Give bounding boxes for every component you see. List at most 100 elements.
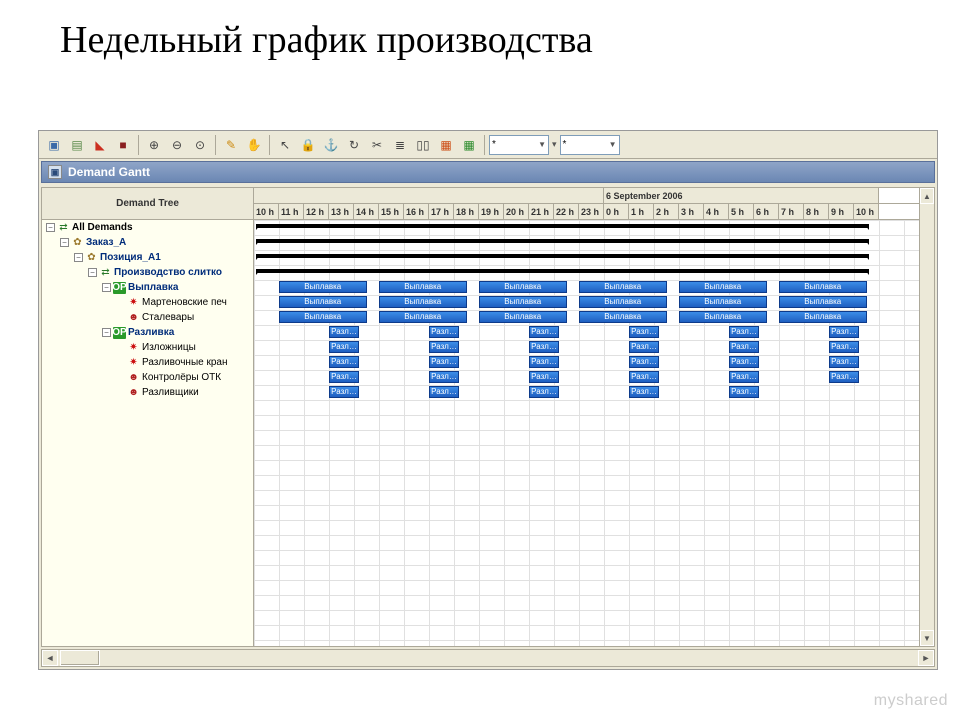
summary-bar[interactable] (256, 254, 869, 258)
tree-row[interactable]: ☻Разливщики (42, 385, 253, 400)
flag-dark-icon[interactable]: ■ (112, 134, 134, 156)
wand-icon[interactable]: ✎ (220, 134, 242, 156)
tree-row[interactable]: ✷Изложницы (42, 340, 253, 355)
gantt-task-bar[interactable]: Разл… (329, 341, 359, 353)
gantt-task-bar[interactable]: Разл… (629, 371, 659, 383)
toolbar-combo-2[interactable]: *▼ (560, 135, 620, 155)
tree-body[interactable]: −⇄All Demands−✿Заказ_А−✿Позиция_А1−⇄Прои… (42, 220, 253, 646)
gantt-task-bar[interactable]: Разл… (529, 386, 559, 398)
gantt-task-bar[interactable]: Разл… (829, 356, 859, 368)
gantt-task-bar[interactable]: Разл… (429, 386, 459, 398)
gantt-task-bar[interactable]: Выплавка (579, 311, 667, 323)
gantt-task-bar[interactable]: Выплавка (779, 311, 867, 323)
gantt-task-bar[interactable]: Разл… (729, 326, 759, 338)
gantt-task-bar[interactable]: Выплавка (279, 296, 367, 308)
gantt-task-bar[interactable]: Разл… (729, 356, 759, 368)
gantt-task-bar[interactable]: Разл… (829, 371, 859, 383)
gantt-task-bar[interactable]: Разл… (729, 371, 759, 383)
export-icon[interactable]: ▦ (458, 134, 480, 156)
summary-bar[interactable] (256, 224, 869, 228)
scroll-down-button[interactable]: ▼ (920, 630, 934, 646)
gantt-task-bar[interactable]: Выплавка (779, 296, 867, 308)
toolbar-combo-1[interactable]: *▼ (489, 135, 549, 155)
tree-row[interactable]: ☻Контролёры ОТК (42, 370, 253, 385)
tree-row[interactable]: −⇄Производство слитко (42, 265, 253, 280)
gantt-task-bar[interactable]: Выплавка (479, 296, 567, 308)
cut-icon[interactable]: ✂ (366, 134, 388, 156)
gantt-task-bar[interactable]: Выплавка (479, 311, 567, 323)
gantt-task-bar[interactable]: Разл… (729, 341, 759, 353)
window-titlebar[interactable]: ▣ Demand Gantt (41, 161, 935, 183)
gantt-task-bar[interactable]: Выплавка (679, 281, 767, 293)
align-icon[interactable]: ▯▯ (412, 134, 434, 156)
gantt-task-bar[interactable]: Выплавка (479, 281, 567, 293)
gantt-task-bar[interactable]: Разл… (729, 386, 759, 398)
zoom-out-icon[interactable]: ⊖ (166, 134, 188, 156)
gantt-task-bar[interactable]: Разл… (529, 356, 559, 368)
hand-icon[interactable]: ✋ (243, 134, 265, 156)
tree-expand-icon[interactable]: − (102, 328, 111, 337)
gantt-task-bar[interactable]: Выплавка (679, 296, 767, 308)
gantt-task-bar[interactable]: Разл… (329, 371, 359, 383)
scroll-track[interactable] (58, 650, 918, 666)
gantt-task-bar[interactable]: Разл… (629, 386, 659, 398)
tree-expand-icon[interactable]: − (46, 223, 55, 232)
tree-row[interactable]: −OPРазливка (42, 325, 253, 340)
chart-body[interactable]: Выплавка Выплавка Выплавка Выплавка Выплавка… (254, 220, 934, 646)
gantt-task-bar[interactable]: Разл… (429, 341, 459, 353)
scroll-left-button[interactable]: ◄ (42, 650, 58, 666)
gantt-task-bar[interactable]: Разл… (629, 341, 659, 353)
gantt-task-bar[interactable]: Выплавка (279, 281, 367, 293)
refresh-icon[interactable]: ↻ (343, 134, 365, 156)
palette-icon[interactable]: ▦ (435, 134, 457, 156)
vertical-scrollbar[interactable]: ▲ ▼ (919, 187, 935, 647)
lock-icon[interactable]: 🔒 (297, 134, 319, 156)
pointer-icon[interactable]: ↖ (274, 134, 296, 156)
gantt-task-bar[interactable]: Выплавка (379, 311, 467, 323)
gantt-task-bar[interactable]: Разл… (529, 326, 559, 338)
tree-expand-icon[interactable]: − (60, 238, 69, 247)
gantt-task-bar[interactable]: Выплавка (279, 311, 367, 323)
summary-bar[interactable] (256, 239, 869, 243)
flag-red-icon[interactable]: ◣ (89, 134, 111, 156)
scroll-thumb[interactable] (60, 650, 100, 666)
gantt-task-bar[interactable]: Разл… (829, 341, 859, 353)
tree-row[interactable]: ✷Мартеновские печ (42, 295, 253, 310)
summary-bar[interactable] (256, 269, 869, 273)
tree-row[interactable]: −⇄All Demands (42, 220, 253, 235)
tree-row[interactable]: −OPВыплавка (42, 280, 253, 295)
gantt-task-bar[interactable]: Разл… (529, 371, 559, 383)
gantt-task-bar[interactable]: Выплавка (779, 281, 867, 293)
rows-icon[interactable]: ≣ (389, 134, 411, 156)
tree-expand-icon[interactable]: − (88, 268, 97, 277)
gantt-task-bar[interactable]: Разл… (829, 326, 859, 338)
tree-row[interactable]: ✷Разливочные кран (42, 355, 253, 370)
zoom-fit-icon[interactable]: ⊙ (189, 134, 211, 156)
gantt-task-bar[interactable]: Выплавка (379, 296, 467, 308)
gantt-task-bar[interactable]: Разл… (529, 341, 559, 353)
gantt-task-bar[interactable]: Выплавка (679, 311, 767, 323)
tree-row[interactable]: −✿Позиция_А1 (42, 250, 253, 265)
tree-row[interactable]: −✿Заказ_А (42, 235, 253, 250)
gantt-task-bar[interactable]: Разл… (329, 356, 359, 368)
zoom-in-icon[interactable]: ⊕ (143, 134, 165, 156)
gantt-task-bar[interactable]: Разл… (629, 356, 659, 368)
tree-expand-icon[interactable]: − (74, 253, 83, 262)
gantt-task-bar[interactable]: Разл… (329, 386, 359, 398)
tree-expand-icon[interactable]: − (102, 283, 111, 292)
anchor-icon[interactable]: ⚓ (320, 134, 342, 156)
gantt-task-bar[interactable]: Разл… (429, 326, 459, 338)
gantt-task-bar[interactable]: Выплавка (579, 281, 667, 293)
gantt-task-bar[interactable]: Разл… (429, 371, 459, 383)
tree-row[interactable]: ☻Сталевары (42, 310, 253, 325)
view-icon[interactable]: ▣ (43, 134, 65, 156)
gantt-task-bar[interactable]: Разл… (429, 356, 459, 368)
scroll-up-button[interactable]: ▲ (920, 188, 934, 204)
gantt-task-bar[interactable]: Разл… (629, 326, 659, 338)
gantt-task-bar[interactable]: Разл… (329, 326, 359, 338)
horizontal-scrollbar[interactable]: ◄ ► (41, 649, 935, 667)
gantt-task-bar[interactable]: Выплавка (379, 281, 467, 293)
gantt-task-bar[interactable]: Выплавка (579, 296, 667, 308)
scroll-right-button[interactable]: ► (918, 650, 934, 666)
sheet-icon[interactable]: ▤ (66, 134, 88, 156)
